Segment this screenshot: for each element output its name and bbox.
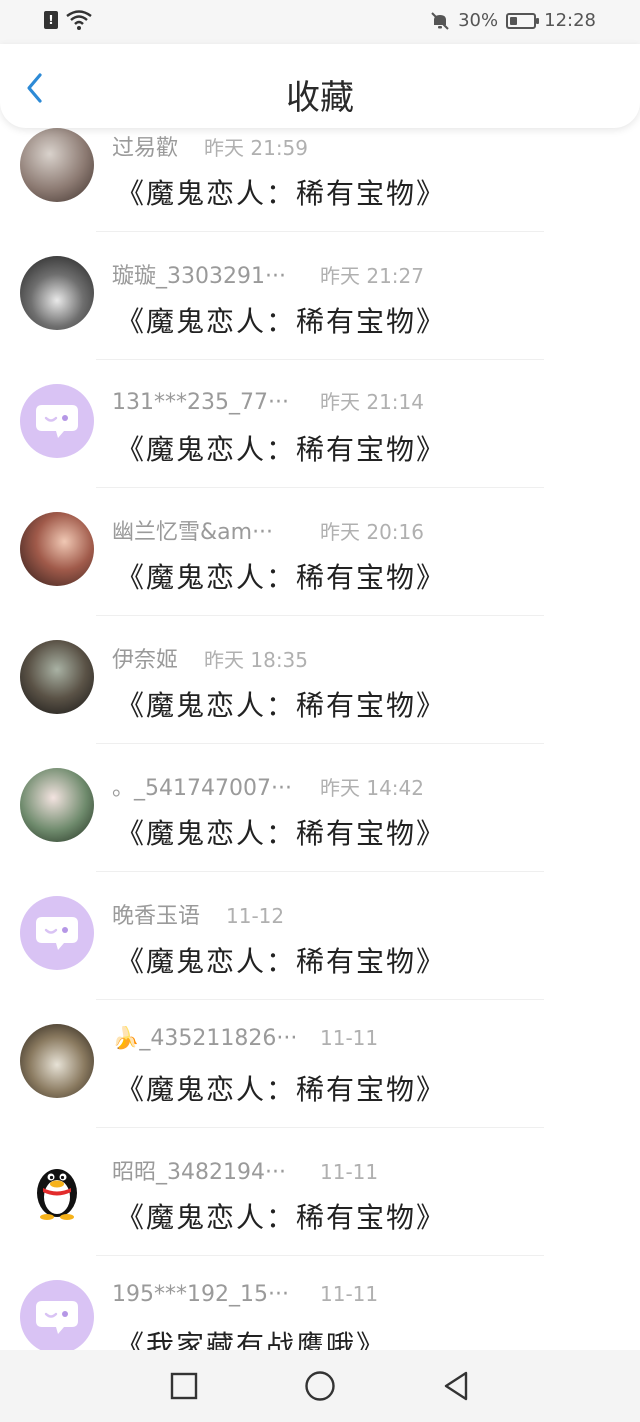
avatar[interactable] xyxy=(20,128,94,202)
item-meta: 昭昭_3482194··· 11-11 xyxy=(112,1154,378,1186)
avatar[interactable] xyxy=(20,256,94,330)
item-title: 《魔鬼恋人：稀有宝物》 xyxy=(116,945,447,978)
triangle-back-icon xyxy=(444,1371,468,1401)
status-bar: ! 30% 12:28 xyxy=(0,0,640,44)
circle-icon xyxy=(305,1371,335,1401)
item-meta: 晚香玉语 11-12 xyxy=(112,898,284,930)
timestamp: 11-11 xyxy=(320,1282,379,1306)
battery-level xyxy=(510,16,518,25)
timestamp: 11-11 xyxy=(320,1160,379,1184)
battery-icon xyxy=(506,12,540,29)
sender-name: 幽兰忆雪&am··· xyxy=(112,520,274,545)
item-title: 《魔鬼恋人：稀有宝物》 xyxy=(116,1201,447,1234)
nav-back-button[interactable] xyxy=(426,1356,486,1416)
item-title: 《魔鬼恋人：稀有宝物》 xyxy=(116,561,447,594)
avatar[interactable] xyxy=(20,384,94,458)
avatar[interactable] xyxy=(20,640,94,714)
timestamp: 昨天 21:27 xyxy=(320,264,424,288)
timestamp: 昨天 14:42 xyxy=(320,776,424,800)
avatar[interactable] xyxy=(20,768,94,842)
list-item[interactable]: 伊奈姬 昨天 18:35 《魔鬼恋人：稀有宝物》 xyxy=(0,616,640,744)
page-title: 收藏 xyxy=(286,78,354,118)
square-icon xyxy=(170,1372,198,1400)
recent-apps-button[interactable] xyxy=(154,1356,214,1416)
sender-name: 131***235_77··· xyxy=(112,390,289,415)
clock: 12:28 xyxy=(544,10,596,31)
status-left: ! xyxy=(44,10,92,30)
sender-name: 。_541747007··· xyxy=(112,776,292,801)
item-meta: 131***235_77··· 昨天 21:14 xyxy=(112,386,424,415)
timestamp: 昨天 18:35 xyxy=(204,648,309,672)
battery-percent: 30% xyxy=(458,10,499,31)
list-item[interactable]: 。_541747007··· 昨天 14:42 《魔鬼恋人：稀有宝物》 xyxy=(0,744,640,872)
penguin-icon xyxy=(37,1169,77,1220)
item-meta: 幽兰忆雪&am··· 昨天 20:16 xyxy=(112,514,424,546)
timestamp: 昨天 21:14 xyxy=(320,390,424,414)
avatar[interactable] xyxy=(20,512,94,586)
item-title: 《魔鬼恋人：稀有宝物》 xyxy=(116,689,447,722)
sender-name: 伊奈姬 xyxy=(112,648,179,673)
avatar[interactable] xyxy=(20,896,94,970)
item-meta: 。_541747007··· 昨天 14:42 xyxy=(112,770,424,802)
avatar[interactable] xyxy=(20,1024,94,1098)
list-item[interactable]: 幽兰忆雪&am··· 昨天 20:16 《魔鬼恋人：稀有宝物》 xyxy=(0,488,640,616)
list-item[interactable]: 🍌_435211826··· 11-11 《魔鬼恋人：稀有宝物》 xyxy=(0,1000,640,1128)
item-meta: 🍌_435211826··· 11-11 xyxy=(112,1026,378,1051)
sender-name: 过易歡 xyxy=(112,136,179,161)
sender-name: 195***192_15··· xyxy=(112,1282,289,1307)
chat-bubble-icon xyxy=(36,917,78,950)
list-item[interactable]: 晚香玉语 11-12 《魔鬼恋人：稀有宝物》 xyxy=(0,872,640,1000)
list-item[interactable]: 璇璇_3303291··· 昨天 21:27 《魔鬼恋人：稀有宝物》 xyxy=(0,232,640,360)
chat-bubble-icon xyxy=(36,1301,78,1334)
sender-name: 晚香玉语 xyxy=(112,904,201,929)
favorites-list: 过易歡 昨天 21:59 《魔鬼恋人：稀有宝物》 璇璇_3303291··· 昨天 21… xyxy=(0,104,640,1384)
item-title: 《魔鬼恋人：稀有宝物》 xyxy=(116,305,447,338)
sender-name: 璇璇_3303291··· xyxy=(112,264,286,289)
system-nav-bar xyxy=(0,1350,640,1422)
timestamp: 11-12 xyxy=(226,904,285,928)
list-item[interactable]: 131***235_77··· 昨天 21:14 《魔鬼恋人：稀有宝物》 xyxy=(0,360,640,488)
item-meta: 璇璇_3303291··· 昨天 21:27 xyxy=(112,258,424,290)
home-button[interactable] xyxy=(290,1356,350,1416)
item-meta: 伊奈姬 昨天 18:35 xyxy=(112,642,308,674)
list-item[interactable]: 昭昭_3482194··· 11-11 《魔鬼恋人：稀有宝物》 xyxy=(0,1128,640,1256)
item-title: 《魔鬼恋人：稀有宝物》 xyxy=(116,433,447,466)
timestamp: 昨天 21:59 xyxy=(204,136,309,160)
item-title: 《魔鬼恋人：稀有宝物》 xyxy=(116,817,447,850)
item-meta: 195***192_15··· 11-11 xyxy=(112,1282,378,1307)
item-title: 《魔鬼恋人：稀有宝物》 xyxy=(116,177,447,210)
sim-alert-icon: ! xyxy=(44,11,58,29)
item-meta: 过易歡 昨天 21:59 xyxy=(112,130,308,162)
status-right: 30% 12:28 xyxy=(430,10,596,31)
chat-bubble-icon xyxy=(36,405,78,438)
sender-name: 🍌_435211826··· xyxy=(112,1026,298,1051)
timestamp: 昨天 20:16 xyxy=(320,520,424,544)
avatar[interactable] xyxy=(20,1152,94,1226)
mute-bell-icon xyxy=(431,11,449,30)
timestamp: 11-11 xyxy=(320,1026,379,1050)
item-title: 《魔鬼恋人：稀有宝物》 xyxy=(116,1073,447,1106)
header: 收藏 xyxy=(0,44,640,128)
wifi-icon xyxy=(66,10,92,30)
avatar[interactable] xyxy=(20,1280,94,1354)
sender-name: 昭昭_3482194··· xyxy=(112,1160,286,1185)
